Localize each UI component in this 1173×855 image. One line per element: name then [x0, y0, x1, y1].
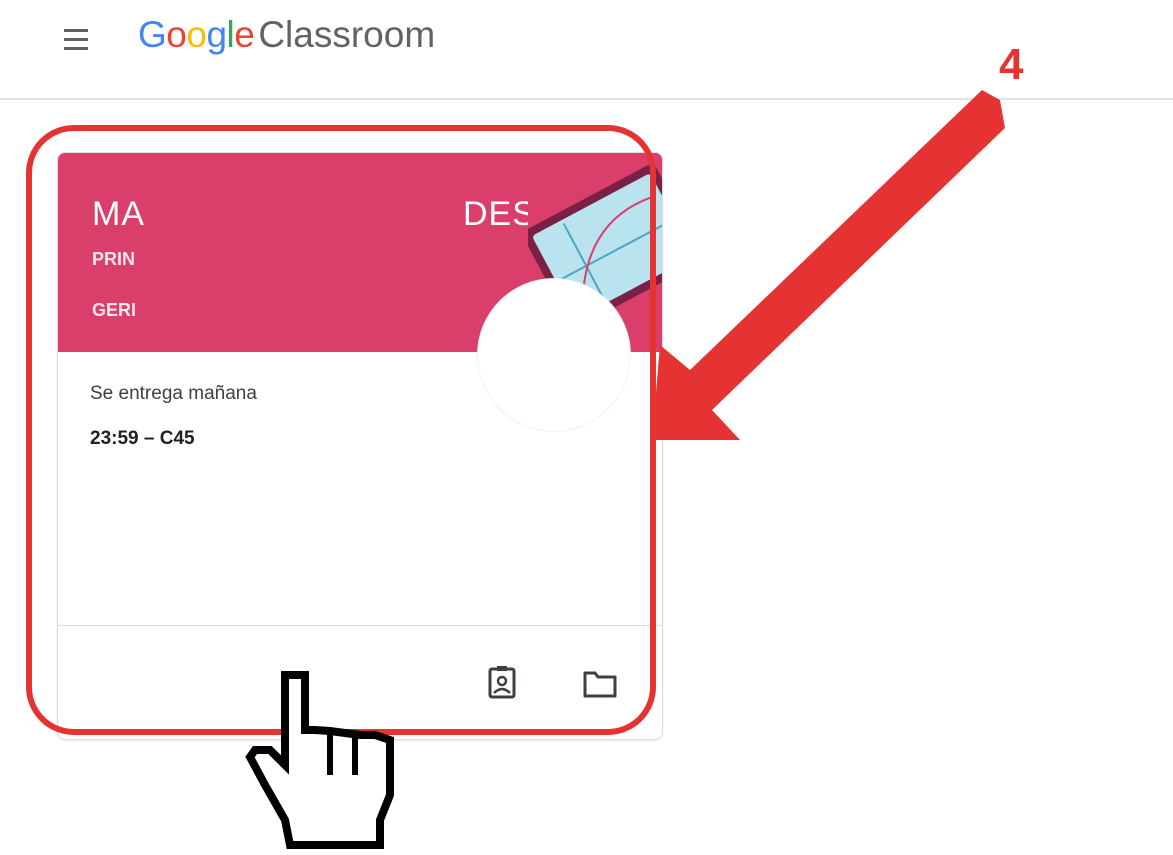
class-teacher: GERI [92, 300, 137, 320]
teacher-avatar [478, 279, 630, 431]
class-card-footer [58, 625, 662, 739]
class-title[interactable]: MA [92, 195, 145, 234]
brand-letter: o [186, 14, 207, 55]
portfolio-icon[interactable] [482, 663, 522, 703]
hamburger-menu-icon [64, 29, 88, 32]
brand-google-wordmark: Google [138, 14, 255, 56]
assignment-due-time[interactable]: 23:59 – C45 [90, 428, 195, 450]
brand-product-name: Classroom [258, 14, 436, 55]
brand-letter: G [138, 14, 167, 55]
class-title-tail: DES [463, 195, 536, 233]
folder-icon[interactable] [580, 663, 620, 703]
annotation-arrow-icon [652, 90, 1005, 440]
hamburger-line [64, 47, 88, 50]
assignment-due-label[interactable]: Se entrega mañana [90, 383, 257, 405]
hamburger-line [64, 38, 88, 41]
brand-letter: o [166, 14, 187, 55]
class-section: PRIN [92, 249, 136, 269]
top-app-bar: Google Classroom [0, 0, 1173, 100]
main-menu-button[interactable] [58, 26, 98, 56]
class-card[interactable]: MA DES PRIN GERI Se entrega mañana 23:59… [57, 152, 663, 740]
google-classroom-logo[interactable]: Google Classroom [138, 14, 435, 66]
brand-letter: e [234, 14, 255, 55]
brand-letter: g [206, 14, 227, 55]
step-number-label: 4 [999, 40, 1024, 89]
